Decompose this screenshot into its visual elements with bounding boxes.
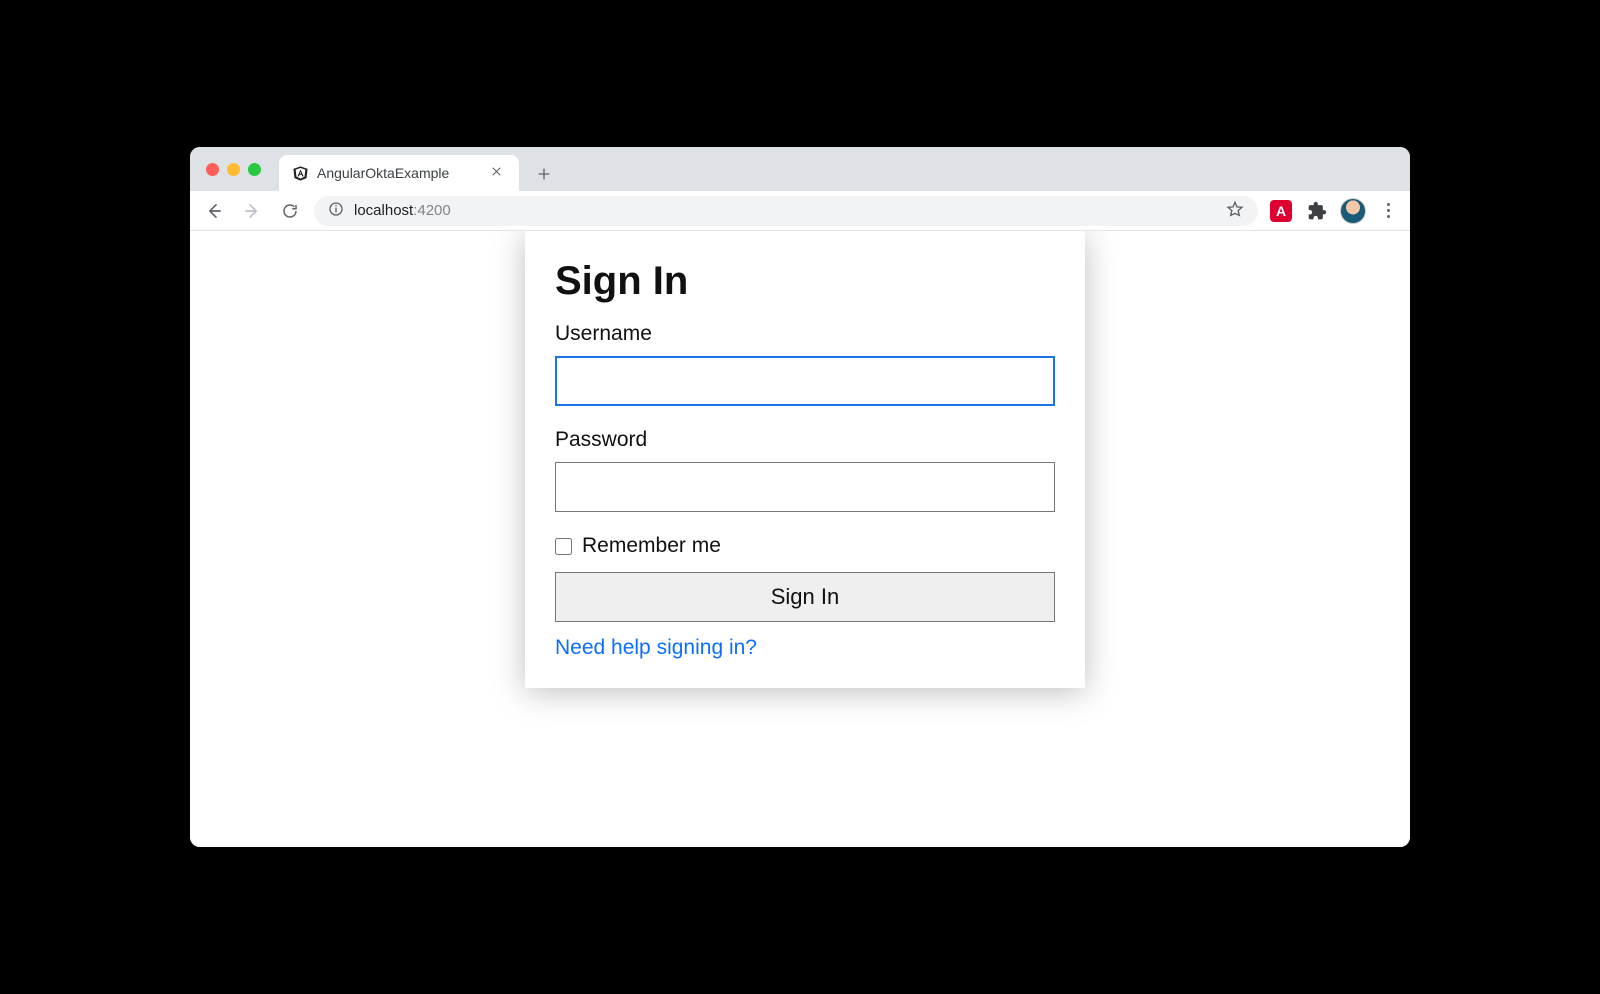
reload-button[interactable] (276, 197, 304, 225)
url-port: :4200 (413, 202, 451, 219)
browser-menu-button[interactable] (1376, 203, 1400, 218)
username-label: Username (555, 322, 1055, 346)
page-viewport: Sign In Username Password Remember me Si… (190, 231, 1410, 847)
back-button[interactable] (200, 197, 228, 225)
bookmark-icon[interactable] (1226, 200, 1244, 222)
new-tab-button[interactable] (529, 159, 559, 189)
url-host: localhost (354, 202, 413, 219)
browser-toolbar: localhost:4200 A (190, 191, 1410, 231)
username-input[interactable] (555, 356, 1055, 406)
help-link[interactable]: Need help signing in? (555, 636, 757, 659)
password-input[interactable] (555, 462, 1055, 512)
extensions-icon[interactable] (1304, 198, 1330, 224)
url-text: localhost:4200 (354, 202, 451, 219)
site-info-icon[interactable] (328, 201, 344, 221)
signin-card: Sign In Username Password Remember me Si… (525, 231, 1085, 688)
tab-title: AngularOktaExample (317, 165, 478, 181)
window-close-button[interactable] (206, 163, 219, 176)
angular-extension-icon[interactable]: A (1268, 198, 1294, 224)
password-label: Password (555, 428, 1055, 452)
browser-window: AngularOktaExample localhost:4200 (190, 147, 1410, 847)
browser-tab[interactable]: AngularOktaExample (279, 155, 519, 191)
signin-title: Sign In (555, 259, 1055, 304)
window-minimize-button[interactable] (227, 163, 240, 176)
tab-close-button[interactable] (486, 163, 507, 184)
remember-me-label: Remember me (582, 534, 721, 558)
profile-avatar[interactable] (1340, 198, 1366, 224)
angular-icon (291, 164, 309, 182)
window-controls (206, 163, 261, 176)
tab-strip: AngularOktaExample (190, 147, 1410, 191)
remember-me-checkbox[interactable] (555, 538, 572, 555)
signin-button[interactable]: Sign In (555, 572, 1055, 622)
forward-button[interactable] (238, 197, 266, 225)
remember-me-row[interactable]: Remember me (555, 534, 1055, 558)
address-bar[interactable]: localhost:4200 (314, 196, 1258, 226)
window-maximize-button[interactable] (248, 163, 261, 176)
